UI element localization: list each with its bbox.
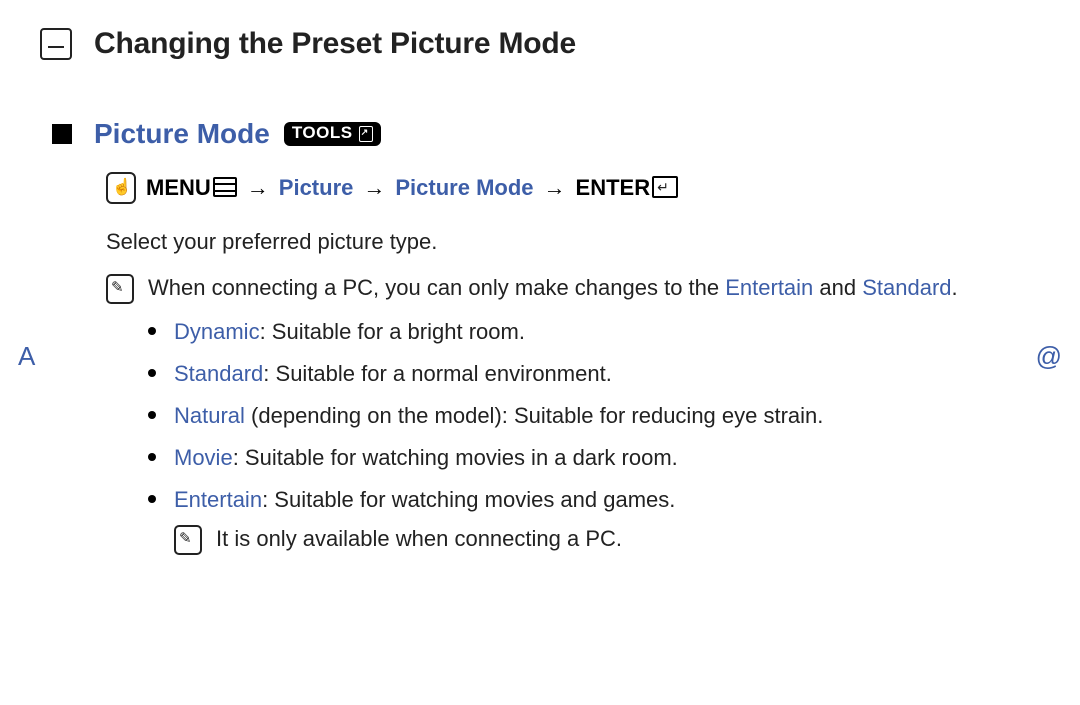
list-item: Standard: Suitable for a normal environm… — [148, 358, 1040, 390]
section-heading: Picture Mode — [94, 114, 270, 155]
arrow-icon: → — [247, 172, 269, 204]
list-item: Natural (depending on the model): Suitab… — [148, 400, 1040, 432]
pc-note-prefix: When connecting a PC, you can only make … — [148, 275, 725, 300]
mode-name: Entertain — [174, 487, 262, 512]
tools-badge: TOOLS — [284, 122, 381, 146]
mode-desc: : Suitable for watching movies and games… — [262, 487, 675, 512]
pc-note: When connecting a PC, you can only make … — [106, 272, 1040, 304]
mode-desc: : Suitable for watching movies in a dark… — [233, 445, 678, 470]
mode-list: Dynamic: Suitable for a bright room. Sta… — [148, 316, 1040, 555]
note-icon — [174, 525, 202, 555]
list-item: Entertain: Suitable for watching movies … — [148, 484, 1040, 556]
page-title: Changing the Preset Picture Mode — [94, 22, 576, 66]
tools-label: TOOLS — [292, 121, 353, 146]
square-bullet-icon — [52, 124, 72, 144]
mode-desc: (depending on the model): Suitable for r… — [245, 403, 823, 428]
pc-note-and: and — [813, 275, 862, 300]
tools-popup-icon — [359, 126, 373, 142]
mode-name: Natural — [174, 403, 245, 428]
book-icon — [40, 28, 72, 60]
menu-path: MENU → Picture → Picture Mode → ENTER — [106, 172, 1040, 204]
list-item: Movie: Suitable for watching movies in a… — [148, 442, 1040, 474]
menu-button-icon — [213, 177, 237, 197]
arrow-icon: → — [363, 172, 385, 204]
intro-text: Select your preferred picture type. — [106, 226, 1040, 258]
path-picture-mode: Picture Mode — [395, 172, 533, 204]
note-icon — [106, 274, 134, 304]
arrow-icon: → — [544, 172, 566, 204]
entertain-subnote: It is only available when connecting a P… — [216, 523, 622, 555]
mode-desc: : Suitable for a normal environment. — [263, 361, 612, 386]
path-picture: Picture — [279, 172, 354, 204]
path-menu: MENU — [146, 175, 211, 200]
pc-note-entertain: Entertain — [725, 275, 813, 300]
nav-next[interactable]: @ — [1036, 338, 1062, 376]
nav-prev[interactable]: A — [18, 338, 35, 376]
list-item: Dynamic: Suitable for a bright room. — [148, 316, 1040, 348]
enter-button-icon — [652, 176, 678, 198]
mode-name: Standard — [174, 361, 263, 386]
pc-note-standard: Standard — [862, 275, 951, 300]
path-enter: ENTER — [576, 175, 651, 200]
mode-desc: : Suitable for a bright room. — [260, 319, 525, 344]
mode-name: Movie — [174, 445, 233, 470]
pc-note-suffix: . — [952, 275, 958, 300]
mode-name: Dynamic — [174, 319, 260, 344]
remote-hand-icon — [106, 172, 136, 204]
